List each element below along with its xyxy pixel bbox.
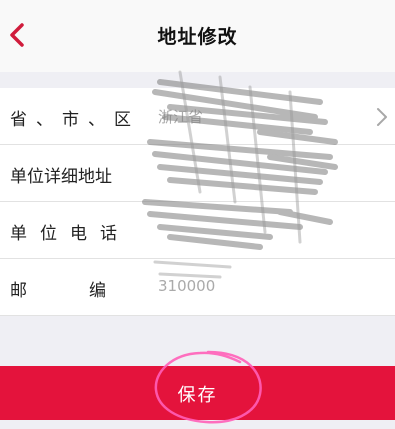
phone-label: 单位电话 [10,224,130,244]
redaction-scribble [142,70,338,279]
region-label: 省、市、区 [10,110,140,130]
highlight-circle [154,350,262,424]
page-title: 地址修改 [157,26,238,48]
chevron-right-icon [377,108,387,126]
address-detail-label: 单位详细地址 [10,167,112,187]
